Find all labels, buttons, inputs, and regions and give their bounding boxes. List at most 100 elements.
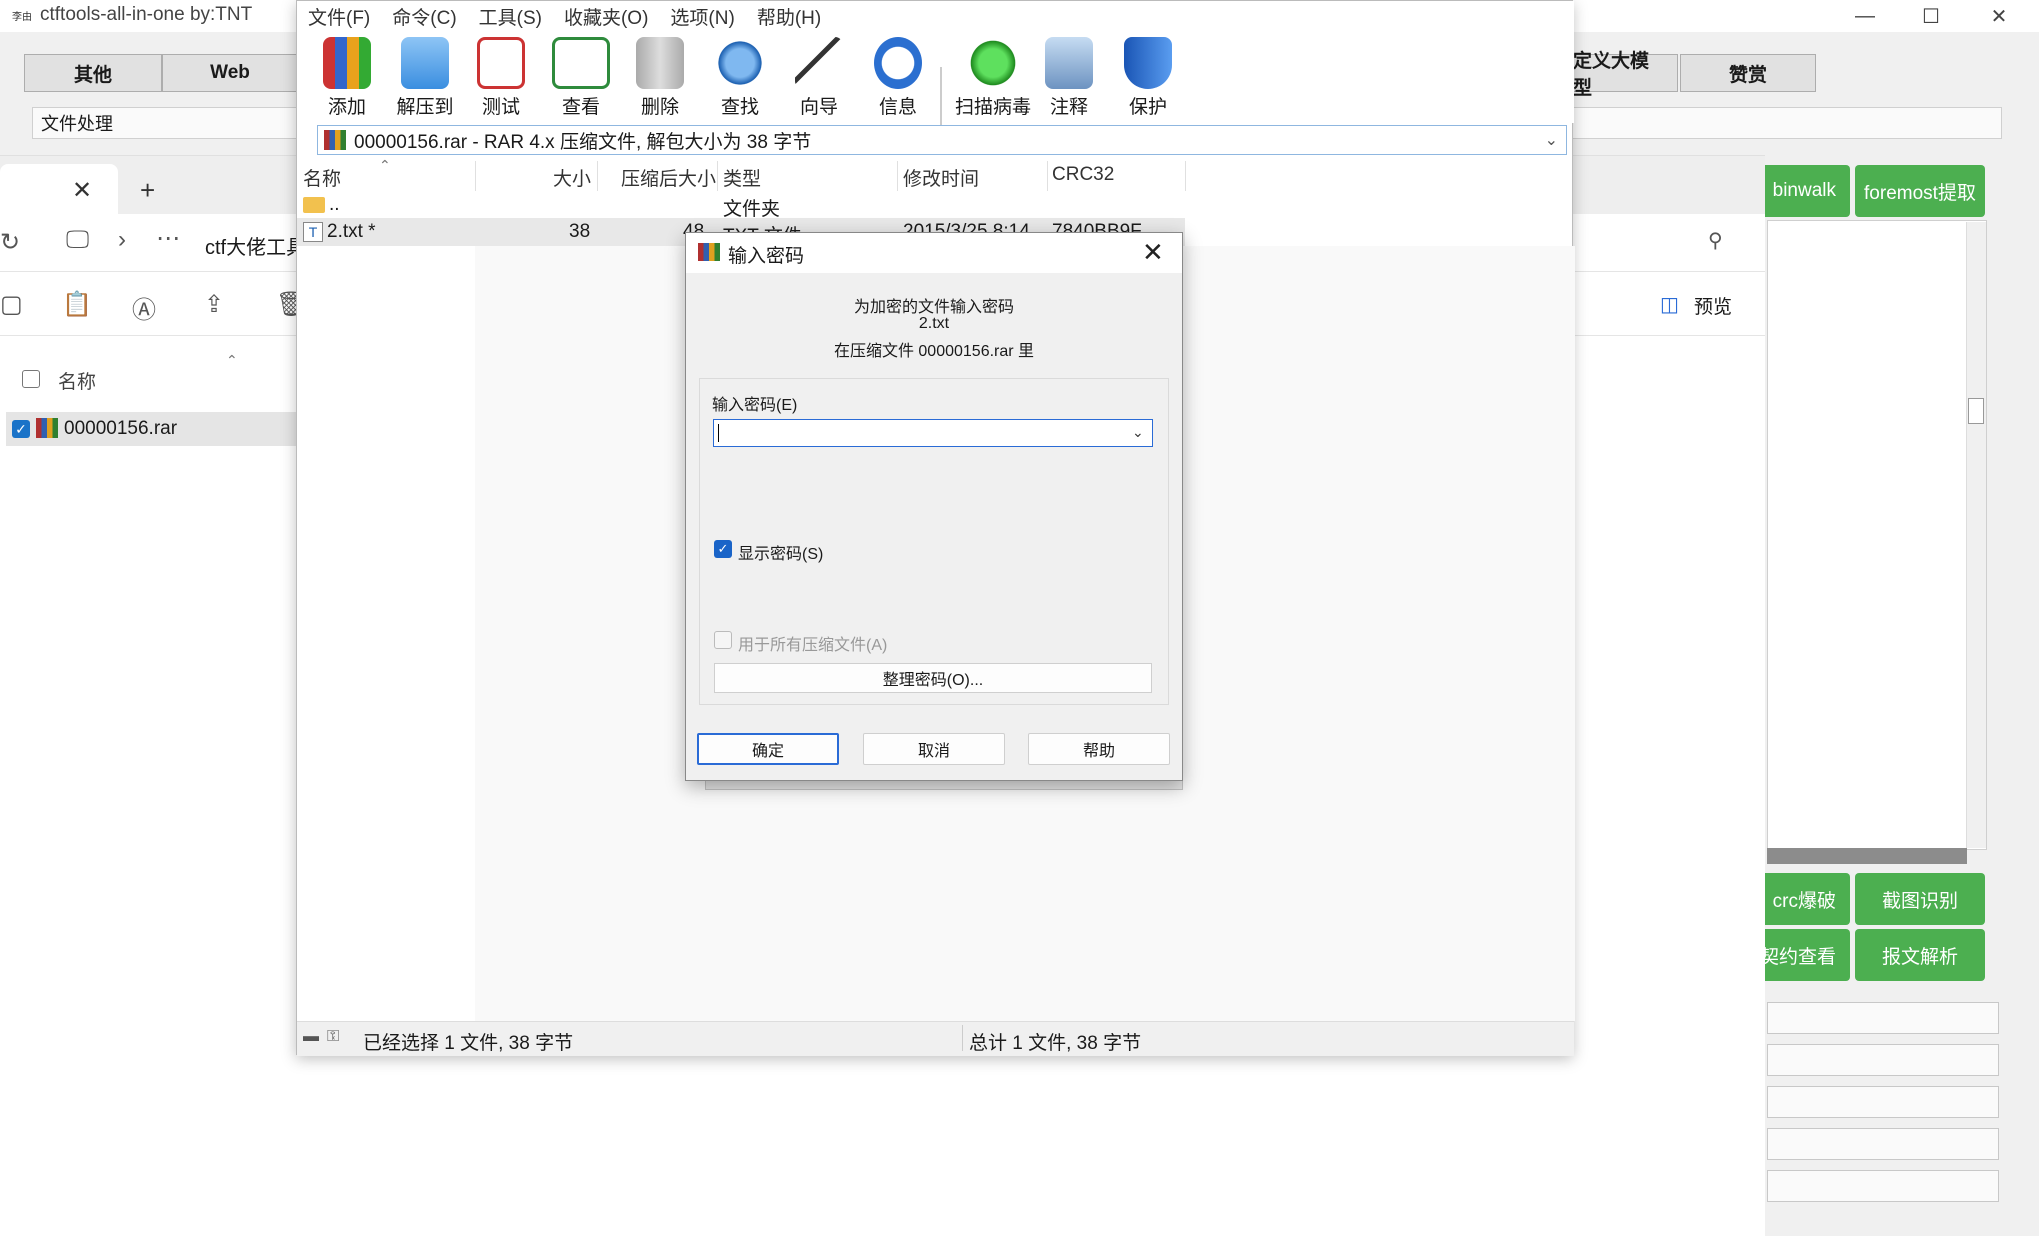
comment-button[interactable]: 注释 [1031, 37, 1107, 119]
row-checkbox[interactable]: ✓ [12, 420, 30, 438]
select-all-checkbox[interactable] [22, 370, 40, 388]
tab-custom-llm[interactable]: 定义大模型 [1572, 51, 1678, 99]
show-password-label[interactable]: 显示密码(S) [738, 540, 823, 564]
new-icon[interactable]: ▢ [0, 290, 23, 319]
column-type[interactable]: 类型 [723, 164, 761, 191]
foremost-button[interactable]: foremost提取 [1855, 165, 1985, 217]
breadcrumb[interactable]: ctf大佬工具 [205, 231, 306, 260]
status-divider [962, 1025, 963, 1051]
status-selected: 已经选择 1 文件, 38 字节 [363, 1033, 574, 1054]
more-icon[interactable]: ⋯ [156, 224, 180, 253]
text-caret [718, 424, 719, 442]
explorer-tab[interactable] [0, 164, 118, 214]
computer-icon[interactable]: 🖵 [66, 226, 89, 254]
menu-commands[interactable]: 命令(C) [381, 3, 467, 30]
menu-options[interactable]: 选项(N) [659, 3, 745, 30]
preview-icon[interactable]: ◫ [1660, 292, 1679, 317]
vertical-scrollbar[interactable] [1966, 222, 1986, 848]
paste-icon[interactable]: 📋 [62, 290, 92, 319]
protect-button[interactable]: 保护 [1110, 37, 1186, 119]
column-name[interactable]: 名称 [58, 367, 96, 394]
share-icon[interactable]: ⇪ [204, 290, 224, 319]
search-icon[interactable]: ⚲ [1708, 228, 1723, 253]
archive-icon [323, 37, 371, 89]
column-size[interactable]: 大小 [553, 164, 591, 191]
info-button[interactable]: 信息 [860, 37, 936, 119]
drive-icon: ▬ [303, 1028, 319, 1045]
horizontal-scrollbar[interactable] [1767, 848, 1967, 864]
input-row[interactable] [1767, 1086, 1999, 1118]
maximize-icon[interactable]: ☐ [1898, 0, 1964, 32]
menu-favorites[interactable]: 收藏夹(O) [553, 3, 659, 30]
tab-donate[interactable]: 赞赏 [1680, 54, 1816, 92]
packet-parse-button[interactable]: 报文解析 [1855, 929, 1985, 981]
text-file-icon: T [303, 222, 323, 242]
menu-tools[interactable]: 工具(S) [468, 3, 553, 30]
row-name: .. [329, 194, 340, 215]
column-divider[interactable] [1047, 161, 1048, 191]
virus-scan-button[interactable]: 扫描病毒 [950, 37, 1036, 119]
cancel-button[interactable]: 取消 [863, 733, 1005, 765]
column-packed[interactable]: 压缩后大小 [621, 164, 716, 191]
delete-button[interactable]: 删除 [622, 37, 698, 119]
test-button[interactable]: 测试 [463, 37, 539, 119]
tab-other[interactable]: 其他 [24, 54, 162, 92]
chevron-down-icon[interactable]: ⌄ [1545, 130, 1558, 150]
tab-web[interactable]: Web [162, 54, 298, 92]
toolbar: 添加 解压到 测试 查看 删除 查找 向导 信息 扫描病毒 注释 保护 [297, 31, 1574, 145]
input-row[interactable] [1767, 1170, 1999, 1202]
column-divider[interactable] [475, 161, 476, 191]
column-divider[interactable] [717, 161, 718, 191]
close-tab-icon[interactable]: ✕ [72, 176, 92, 205]
rename-icon[interactable]: Ⓐ [132, 290, 156, 325]
wizard-button[interactable]: 向导 [781, 37, 857, 119]
menu-help[interactable]: 帮助(H) [746, 3, 832, 30]
find-button[interactable]: 查找 [702, 37, 778, 119]
use-for-all-checkbox[interactable] [714, 631, 732, 649]
magic-wand-icon [795, 37, 843, 89]
column-divider[interactable] [897, 161, 898, 191]
close-icon[interactable]: ✕ [1966, 0, 2032, 32]
minimize-icon[interactable]: — [1832, 0, 1898, 32]
app-icon: 李由 [12, 12, 32, 23]
ok-button[interactable]: 确定 [697, 733, 839, 765]
refresh-icon[interactable]: ↻ [0, 228, 20, 257]
show-password-checkbox[interactable]: ✓ [714, 540, 732, 558]
shield-icon [1124, 37, 1172, 89]
password-dialog: 输入密码 ✕ 为加密的文件输入密码 2.txt 在压缩文件 00000156.r… [685, 232, 1183, 781]
file-name[interactable]: 00000156.rar [64, 418, 177, 440]
new-tab-icon[interactable]: + [140, 175, 155, 206]
menu-file[interactable]: 文件(F) [297, 3, 381, 30]
preview-label[interactable]: 预览 [1694, 292, 1732, 319]
help-button[interactable]: 帮助 [1028, 733, 1170, 765]
column-modified[interactable]: 修改时间 [903, 164, 979, 191]
chevron-right-icon[interactable]: › [118, 226, 126, 254]
sort-up-icon: ⌃ [379, 157, 391, 173]
input-row[interactable] [1767, 1002, 1999, 1034]
clipboard-check-icon [477, 37, 525, 89]
input-row[interactable] [1767, 1044, 1999, 1076]
scrollbar-thumb[interactable] [1968, 398, 1984, 424]
winrar-icon [698, 243, 720, 261]
table-row[interactable]: .. 文件夹 [297, 191, 1185, 220]
input-row[interactable] [1767, 1128, 1999, 1160]
view-button[interactable]: 查看 [543, 37, 619, 119]
column-crc[interactable]: CRC32 [1052, 164, 1114, 186]
path-bar[interactable]: 00000156.rar - RAR 4.x 压缩文件, 解包大小为 38 字节… [317, 125, 1567, 155]
dialog-title: 输入密码 [728, 246, 805, 267]
column-name[interactable]: 名称 [303, 164, 341, 191]
column-divider[interactable] [1185, 161, 1186, 191]
column-divider[interactable] [597, 161, 598, 191]
add-button[interactable]: 添加 [309, 37, 385, 119]
extract-to-button[interactable]: 解压到 [387, 37, 463, 119]
close-icon[interactable]: ✕ [1142, 237, 1164, 268]
screenshot-ocr-button[interactable]: 截图识别 [1855, 873, 1985, 925]
organize-passwords-button[interactable]: 整理密码(O)... [714, 663, 1152, 693]
password-label: 输入密码(E) [712, 397, 798, 414]
book-icon [552, 37, 610, 89]
chevron-down-icon[interactable]: ⌄ [1132, 424, 1144, 441]
password-input[interactable]: ⌄ [713, 419, 1153, 447]
row-name: 2.txt * [327, 221, 376, 242]
key-icon: ⚿ [327, 1028, 340, 1045]
bug-icon [969, 37, 1017, 89]
